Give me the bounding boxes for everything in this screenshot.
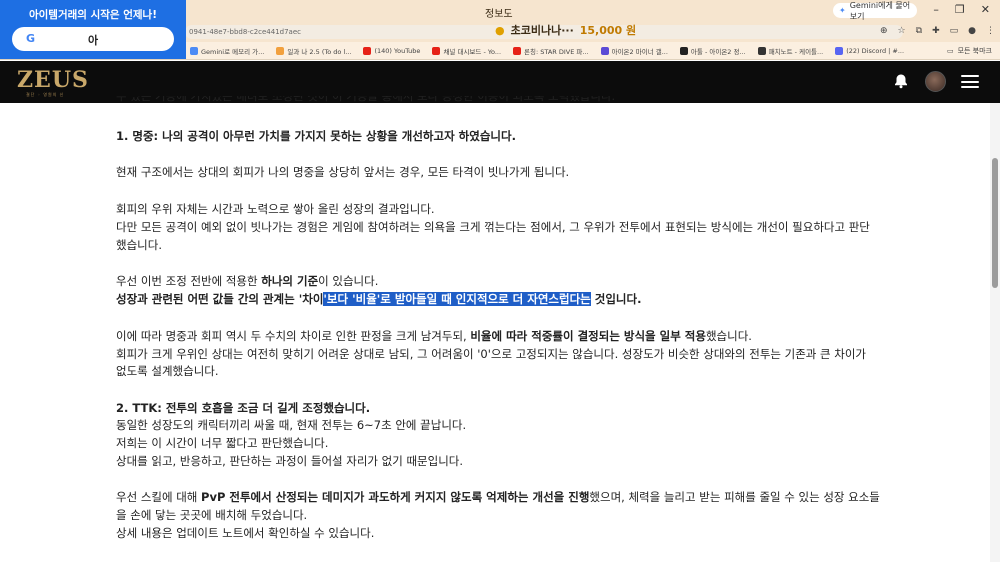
scrollbar[interactable]: [990, 103, 1000, 562]
text-run-bold: 하나의 기준: [261, 274, 319, 288]
bookmark-label: 일과 나 2.5 (To do l...: [287, 47, 352, 56]
text-run: 성장과 관련된 어떤 값들 간의 관계는 '차이: [116, 292, 324, 306]
paragraph: 동일한 성장도의 캐릭터끼리 싸울 때, 현재 전투는 6~7초 안에 끝납니다…: [116, 418, 467, 432]
bookmark-label: 패치노트 - 케이틀...: [768, 47, 824, 56]
text-run: 이 있습니다.: [318, 274, 379, 288]
text-run-bold: PvP 전투에서 산정되는 데미지가 과도하게 커지지 않도록 억제하는 개선을…: [201, 490, 590, 504]
partial-line-text: 수 있는 기능에 가치있는 배려로 조정된 것이 이 기능을 통해서 보다 공정…: [116, 96, 616, 103]
text-run: 이에 따라 명중과 회피 역시 두 수치의 차이로 인한 판정을 크게 남겨두되…: [116, 329, 471, 343]
text-run: 했으며, 체력을 늘리고 받는 피해를 줄일 수 있는 성장 요소들: [589, 490, 880, 504]
bookmark-label: 아이온2 마이너 갤...: [611, 47, 668, 56]
bookmark-label: (22) Discord | #...: [846, 46, 905, 55]
bookmark-label: Gemini로 메모리 가...: [201, 47, 265, 56]
text-run: 했습니다.: [705, 329, 752, 343]
gemini-button[interactable]: ✦ Gemini에게 물어보기: [833, 1, 917, 21]
more-icon[interactable]: ⋮: [986, 26, 995, 36]
bookmark-item[interactable]: Gemini로 메모리 가...: [190, 46, 264, 56]
profile-icon[interactable]: ●: [968, 26, 976, 36]
bookmark-favicon-icon: [363, 46, 372, 55]
text-run-bold: 비율에 따라 적중률이 결정되는 방식을 일부 적용: [470, 329, 706, 343]
bookmarks-folder[interactable]: ▭ 모든 북마크: [947, 46, 992, 56]
popup-search-field[interactable]: G 아: [12, 27, 174, 51]
paragraph: 우선 스킬에 대해 PvP 전투에서 산정되는 데미지가 과도하게 커지지 않도…: [116, 489, 880, 507]
window-controls: – ❐ ✕: [933, 3, 990, 16]
star-icon[interactable]: ☆: [898, 26, 906, 36]
text-run: 우선 이번 조정 전반에 적용한: [116, 274, 262, 288]
extension-icons: ⊕ ☆ ⧉ ✚ ▭ ● ⋮: [880, 26, 995, 36]
bookmark-item[interactable]: 아툴 - 아이온2 정...: [679, 46, 746, 56]
popup-title: 아이템거래의 시작은 언제나!: [28, 9, 158, 21]
paragraph: 상세 내용은 업데이트 노트에서 확인하실 수 있습니다.: [116, 526, 375, 540]
paragraph: 다만 모든 공격이 예외 없이 빗나가는 경험은 게임에 참여하려는 의욕을 크…: [116, 220, 870, 234]
bookmark-favicon-icon: [276, 46, 285, 55]
bookmark-favicon-icon: [835, 46, 844, 55]
page-banner: ● 초코비나나··· 15,000 원: [495, 22, 636, 38]
paragraph: 회피가 크게 우위인 상대는 여전히 맞히기 어려운 상대로 남되, 그 어려움…: [116, 347, 867, 361]
bookmark-item[interactable]: (140) YouTube: [363, 46, 421, 55]
bookmark-item[interactable]: 패치노트 - 케이틀...: [757, 46, 824, 56]
selected-text[interactable]: '보다 '비율'로 받아들일 때 인지적으로 더 자연스럽다는: [323, 292, 591, 306]
popup-field-value: 아: [87, 34, 99, 47]
paragraph: 현재 구조에서는 상대의 회피가 나의 명중을 상당히 앞서는 경우, 모든 타…: [116, 165, 570, 179]
close-icon[interactable]: ✕: [981, 3, 990, 16]
maximize-icon[interactable]: ❐: [955, 3, 965, 16]
zoom-icon[interactable]: ⊕: [880, 26, 888, 36]
paragraph: 저희는 이 시간이 너무 짧다고 판단했습니다.: [116, 436, 329, 450]
section-heading: 2. TTK: 전투의 호흡을 조금 더 길게 조정했습니다.: [116, 401, 371, 415]
coin-icon: ●: [495, 23, 505, 37]
section-heading: 1. 명중: 나의 공격이 아무런 가치를 가지지 못하는 상황을 개선하고자 …: [116, 129, 516, 143]
bookmark-label: 론칭: STAR DIVE 파...: [524, 47, 589, 56]
bookmark-favicon-icon: [432, 46, 441, 55]
bookmark-favicon-icon: [679, 46, 688, 55]
site-logo[interactable]: ZEUS: [17, 67, 89, 93]
bookmark-item[interactable]: 아이온2 마이너 갤...: [600, 46, 668, 56]
paragraph: 우선 이번 조정 전반에 적용한 하나의 기준이 있습니다.: [116, 273, 378, 291]
bookmark-favicon-icon: [600, 46, 609, 55]
partial-line: 수 있는 기능에 가치있는 배려로 조정된 것이 이 기능을 통해서 보다 공정…: [116, 96, 886, 104]
page-title: 정보도: [485, 9, 513, 20]
scrollbar-thumb[interactable]: [992, 158, 998, 288]
gemini-icon: ✦: [839, 6, 846, 15]
paragraph: 을 손에 닿는 곳곳에 배치해 두었습니다.: [116, 508, 308, 522]
bookmark-favicon-icon: [190, 46, 198, 55]
bookmark-item[interactable]: 채널 대시보드 - Yo...: [432, 46, 501, 56]
bookmark-item[interactable]: (22) Discord | #...: [835, 46, 905, 55]
paragraph: 성장과 관련된 어떤 값들 간의 관계는 '차이'보다 '비율'로 받아들일 때…: [116, 291, 641, 309]
banner-label: 초코비나나···: [510, 24, 574, 37]
bookmark-label: 아툴 - 아이온2 정...: [690, 47, 746, 56]
bookmark-favicon-icon: [757, 46, 766, 55]
bookmark-favicon-icon: [513, 46, 522, 55]
paragraph: 이에 따라 명중과 회피 역시 두 수치의 차이로 인한 판정을 크게 남겨두되…: [116, 328, 752, 346]
bookmark-item[interactable]: 론칭: STAR DIVE 파...: [513, 46, 589, 56]
bookmark-label: 채널 대시보드 - Yo...: [443, 47, 502, 56]
search-popup: 아이템거래의 시작은 언제나! G 아: [0, 0, 186, 59]
translate-icon[interactable]: ⧉: [916, 26, 922, 36]
bookmark-label: (140) YouTube: [374, 46, 421, 55]
sidebar-icon[interactable]: ▭: [950, 26, 959, 36]
bookmark-item[interactable]: 일과 나 2.5 (To do l...: [276, 46, 351, 56]
bookmarks-folder-label: 모든 북마크: [957, 47, 992, 55]
banner-amount: 15,000 원: [579, 24, 637, 37]
text-run: 우선 스킬에 대해: [116, 490, 202, 504]
text-run: 것입니다.: [590, 292, 642, 306]
folder-icon: ▭: [946, 47, 954, 55]
logo-subtitle: 결단 ◦ 영원의 신: [26, 92, 65, 97]
puzzle-icon[interactable]: ✚: [932, 26, 940, 36]
paragraph: 없도록 설계했습니다.: [116, 364, 219, 378]
minimize-icon[interactable]: –: [933, 3, 939, 16]
paragraph: 회피의 우위 자체는 시간과 노력으로 쌓아 올린 성장의 결과입니다.: [116, 202, 435, 216]
paragraph: 상대를 읽고, 반응하고, 판단하는 과정이 들어설 자리가 없기 때문입니다.: [116, 454, 464, 468]
paragraph: 했습니다.: [116, 238, 162, 252]
gemini-button-label: Gemini에게 물어보기: [849, 0, 911, 21]
bell-icon[interactable]: [893, 73, 909, 89]
hamburger-menu-icon[interactable]: [961, 75, 979, 88]
avatar[interactable]: [925, 71, 946, 92]
